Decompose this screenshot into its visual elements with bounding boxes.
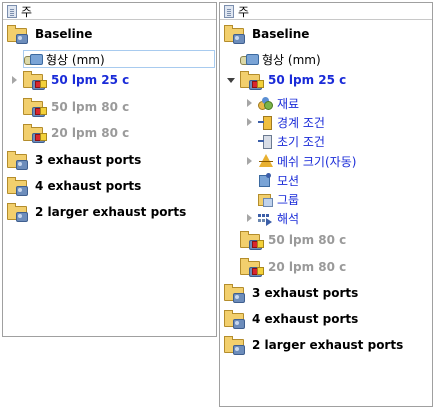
design-folder-icon [7,150,31,170]
mesh-icon [257,153,273,169]
tree-item-design[interactable]: 2 larger exhaust ports [7,201,186,223]
study-folder-icon [23,70,47,90]
tree-item-label: 재료 [277,96,300,111]
expand-arrow-icon[interactable] [244,213,254,223]
tree-item-label: 50 lpm 25 c [51,73,130,87]
tree-item-geometry[interactable]: 형상 (mm) [240,48,321,70]
solve-icon [257,210,273,226]
document-icon [224,4,234,18]
study-folder-icon [23,123,47,143]
tree-item-design[interactable]: 3 exhaust ports [7,149,141,171]
tree-item-study[interactable]: 50 lpm 25 c [23,69,129,91]
study-folder-icon [23,97,47,117]
boundary-condition-icon [257,114,273,130]
geometry-icon [24,52,43,66]
tree-item-label: 4 exhaust ports [252,312,359,326]
tree-header-title: 주 [238,4,250,19]
tree-item-geometry[interactable]: 형상 (mm) [23,50,215,68]
tree-item-label: 20 lpm 80 c [268,260,347,274]
tree-item-design[interactable]: 4 exhaust ports [7,175,141,197]
design-folder-icon [224,24,248,44]
tree-header-title: 주 [21,4,33,19]
tree-item-design[interactable]: 2 larger exhaust ports [224,334,403,356]
tree-header: 주 [3,3,216,20]
tree-item-label: 3 exhaust ports [35,153,142,167]
motion-icon [257,172,273,188]
expand-arrow-icon[interactable] [244,156,254,166]
expand-arrow-icon[interactable] [9,75,19,85]
tree-item-label: 초기 조건 [277,134,325,149]
tree-item-label: 그룹 [277,192,300,207]
tree-item-initial-conditions[interactable]: 초기 조건 [257,130,325,152]
tree-item-label: 50 lpm 80 c [268,233,347,247]
right-design-tree: 주 Baseline 형상 (mm) 50 lpm 25 c 재료 경계 조건 … [219,2,433,407]
expand-arrow-icon[interactable] [244,98,254,108]
tree-item-baseline[interactable]: Baseline [224,23,309,45]
left-design-tree: 주 Baseline 형상 (mm) 50 lpm 25 c 50 lpm 80… [2,2,217,337]
document-icon [7,4,17,18]
tree-item-study[interactable]: 50 lpm 80 c [240,229,346,251]
tree-item-label: 4 exhaust ports [35,179,142,193]
design-folder-icon [224,283,248,303]
tree-item-label: 모션 [277,173,300,188]
tree-item-label: Baseline [35,27,93,41]
design-folder-icon [224,335,248,355]
design-folder-icon [7,24,31,44]
tree-item-label: 해석 [277,211,300,226]
tree-item-study[interactable]: 20 lpm 80 c [23,122,129,144]
collapse-arrow-icon[interactable] [226,75,236,85]
geometry-icon [240,52,259,66]
tree-item-active-study[interactable]: 50 lpm 25 c [240,69,346,91]
tree-item-label: 20 lpm 80 c [51,126,130,140]
initial-condition-icon [257,133,273,149]
expand-arrow-icon[interactable] [244,117,254,127]
tree-item-label: 형상 (mm) [262,52,321,67]
design-folder-icon [224,309,248,329]
tree-item-study[interactable]: 50 lpm 80 c [23,96,129,118]
tree-item-label: 경계 조건 [277,115,325,130]
tree-item-design[interactable]: 4 exhaust ports [224,308,358,330]
tree-item-baseline[interactable]: Baseline [7,23,92,45]
tree-item-solve[interactable]: 해석 [257,207,299,229]
groups-icon [257,191,273,207]
study-folder-icon [240,70,264,90]
tree-item-label: 3 exhaust ports [252,286,359,300]
tree-header: 주 [220,3,432,20]
tree-item-label: 50 lpm 80 c [51,100,130,114]
tree-item-label: Baseline [252,27,310,41]
study-folder-icon [240,230,264,250]
tree-item-label: 2 larger exhaust ports [35,205,187,219]
tree-item-design[interactable]: 3 exhaust ports [224,282,358,304]
tree-item-label: 2 larger exhaust ports [252,338,404,352]
tree-item-label: 50 lpm 25 c [268,73,347,87]
tree-item-study[interactable]: 20 lpm 80 c [240,256,346,278]
study-folder-icon [240,257,264,277]
design-folder-icon [7,176,31,196]
materials-icon [257,95,273,111]
design-folder-icon [7,202,31,222]
tree-item-label: 형상 (mm) [46,52,105,67]
tree-item-label: 메쉬 크기(자동) [277,154,357,169]
